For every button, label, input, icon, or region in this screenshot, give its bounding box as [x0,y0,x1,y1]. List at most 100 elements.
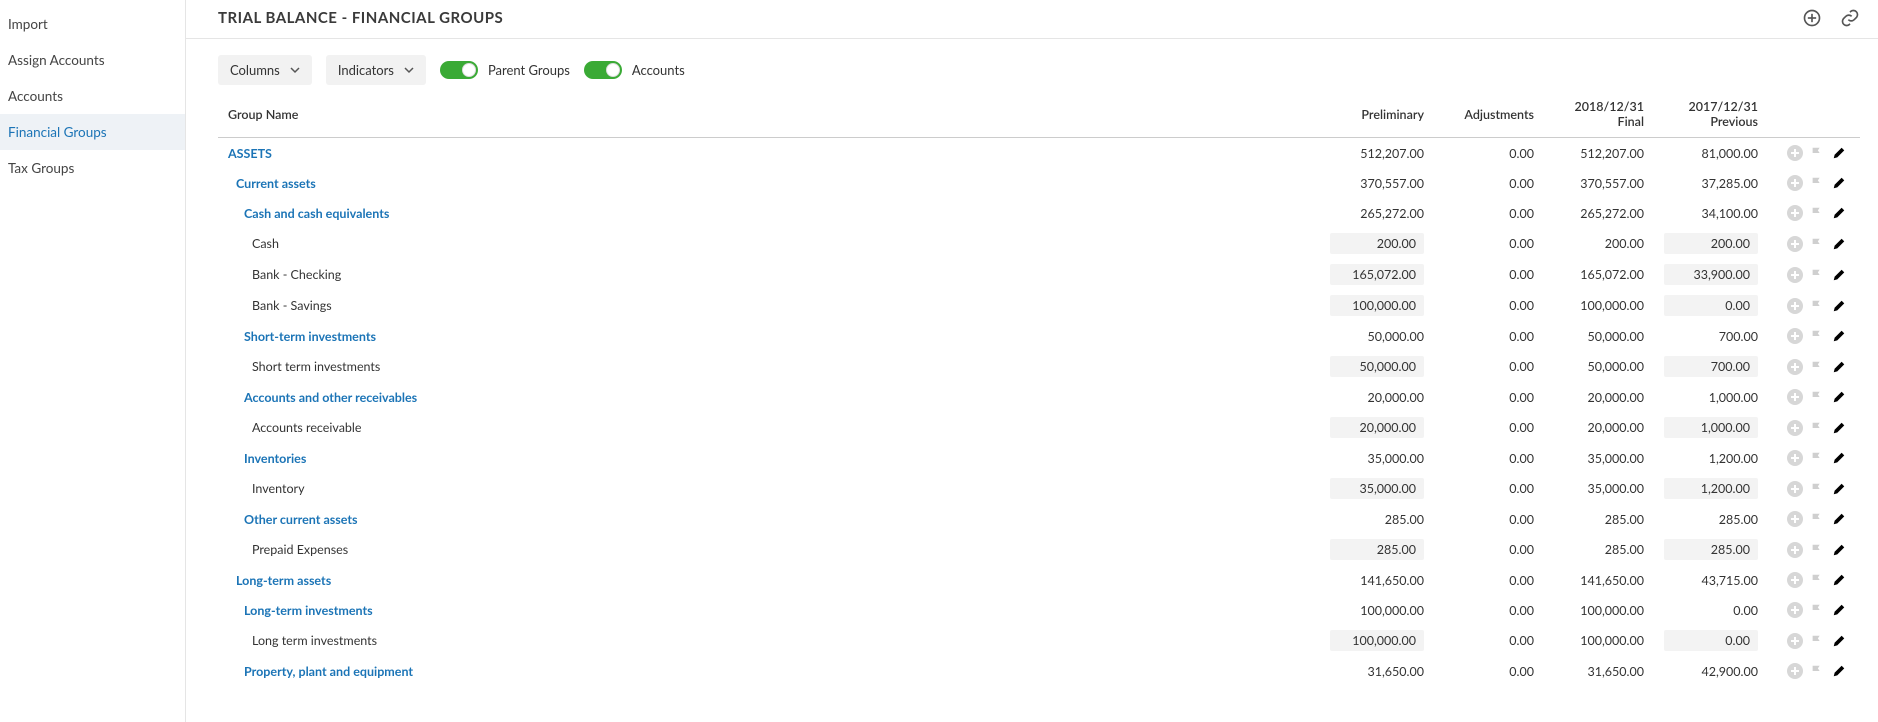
flag-icon[interactable] [1806,509,1828,529]
cell-preliminary: 20,000.00 [1320,382,1434,412]
cell-previous[interactable]: 33,900.00 [1654,259,1768,290]
group-link[interactable]: Current assets [228,176,316,191]
cell-previous: 43,715.00 [1654,565,1768,595]
sidebar-item-assign-accounts[interactable]: Assign Accounts [0,42,185,78]
add-row-icon[interactable] [1784,296,1806,316]
columns-dropdown[interactable]: Columns [218,55,312,85]
link-icon[interactable] [1840,8,1860,28]
flag-icon[interactable] [1806,418,1828,438]
add-row-icon[interactable] [1784,234,1806,254]
table-row: Bank - Savings100,000.000.00100,000.000.… [218,290,1860,321]
cell-previous: 1,200.00 [1654,443,1768,473]
add-row-icon[interactable] [1784,387,1806,407]
edit-icon[interactable] [1828,234,1850,254]
group-link[interactable]: Accounts and other receivables [228,390,417,405]
flag-icon[interactable] [1806,448,1828,468]
indicators-dropdown[interactable]: Indicators [326,55,426,85]
cell-preliminary[interactable]: 285.00 [1320,534,1434,565]
edit-icon[interactable] [1828,418,1850,438]
edit-icon[interactable] [1828,448,1850,468]
edit-icon[interactable] [1828,540,1850,560]
cell-preliminary[interactable]: 20,000.00 [1320,412,1434,443]
flag-icon[interactable] [1806,173,1828,193]
group-link[interactable]: Long-term investments [228,603,373,618]
cell-previous[interactable]: 1,200.00 [1654,473,1768,504]
add-row-icon[interactable] [1784,600,1806,620]
add-row-icon[interactable] [1784,173,1806,193]
add-row-icon[interactable] [1784,143,1806,163]
sidebar-item-import[interactable]: Import [0,6,185,42]
cell-adjustments: 0.00 [1434,290,1544,321]
add-row-icon[interactable] [1784,661,1806,681]
edit-icon[interactable] [1828,387,1850,407]
parent-groups-toggle[interactable] [440,61,478,79]
edit-icon[interactable] [1828,203,1850,223]
edit-icon[interactable] [1828,631,1850,651]
flag-icon[interactable] [1806,631,1828,651]
group-link[interactable]: Inventories [228,451,306,466]
flag-icon[interactable] [1806,570,1828,590]
add-row-icon[interactable] [1784,631,1806,651]
cell-preliminary[interactable]: 50,000.00 [1320,351,1434,382]
flag-icon[interactable] [1806,203,1828,223]
cell-previous[interactable]: 1,000.00 [1654,412,1768,443]
flag-icon[interactable] [1806,265,1828,285]
group-link[interactable]: Short-term investments [228,329,376,344]
add-row-icon[interactable] [1784,479,1806,499]
add-row-icon[interactable] [1784,418,1806,438]
edit-icon[interactable] [1828,173,1850,193]
add-row-icon[interactable] [1784,265,1806,285]
flag-icon[interactable] [1806,479,1828,499]
cell-preliminary[interactable]: 200.00 [1320,228,1434,259]
edit-icon[interactable] [1828,509,1850,529]
flag-icon[interactable] [1806,234,1828,254]
flag-icon[interactable] [1806,296,1828,316]
sidebar-item-tax-groups[interactable]: Tax Groups [0,150,185,186]
add-row-icon[interactable] [1784,203,1806,223]
cell-previous[interactable]: 0.00 [1654,290,1768,321]
flag-icon[interactable] [1806,357,1828,377]
add-row-icon[interactable] [1784,357,1806,377]
edit-icon[interactable] [1828,600,1850,620]
row-actions [1768,504,1860,534]
add-row-icon[interactable] [1784,570,1806,590]
group-link[interactable]: Cash and cash equivalents [228,206,389,221]
edit-icon[interactable] [1828,479,1850,499]
flag-icon[interactable] [1806,326,1828,346]
add-icon[interactable] [1802,8,1822,28]
cell-preliminary[interactable]: 100,000.00 [1320,625,1434,656]
edit-icon[interactable] [1828,326,1850,346]
edit-icon[interactable] [1828,357,1850,377]
cell-previous[interactable]: 285.00 [1654,534,1768,565]
add-row-icon[interactable] [1784,509,1806,529]
cell-previous[interactable]: 200.00 [1654,228,1768,259]
cell-preliminary[interactable]: 100,000.00 [1320,290,1434,321]
group-link[interactable]: Other current assets [228,512,358,527]
add-row-icon[interactable] [1784,540,1806,560]
flag-icon[interactable] [1806,600,1828,620]
flag-icon[interactable] [1806,143,1828,163]
cell-previous[interactable]: 0.00 [1654,625,1768,656]
edit-icon[interactable] [1828,265,1850,285]
group-link[interactable]: Long-term assets [228,573,331,588]
cell-preliminary: 285.00 [1320,504,1434,534]
sidebar-item-accounts[interactable]: Accounts [0,78,185,114]
row-actions [1768,259,1860,290]
flag-icon[interactable] [1806,387,1828,407]
group-link[interactable]: ASSETS [228,146,272,161]
edit-icon[interactable] [1828,296,1850,316]
group-link[interactable]: Property, plant and equipment [228,664,413,679]
cell-preliminary[interactable]: 35,000.00 [1320,473,1434,504]
add-row-icon[interactable] [1784,326,1806,346]
cell-preliminary[interactable]: 165,072.00 [1320,259,1434,290]
edit-icon[interactable] [1828,661,1850,681]
sidebar-item-financial-groups[interactable]: Financial Groups [0,114,185,150]
cell-previous[interactable]: 700.00 [1654,351,1768,382]
flag-icon[interactable] [1806,661,1828,681]
add-row-icon[interactable] [1784,448,1806,468]
edit-icon[interactable] [1828,143,1850,163]
flag-icon[interactable] [1806,540,1828,560]
accounts-toggle[interactable] [584,61,622,79]
row-actions [1768,534,1860,565]
edit-icon[interactable] [1828,570,1850,590]
